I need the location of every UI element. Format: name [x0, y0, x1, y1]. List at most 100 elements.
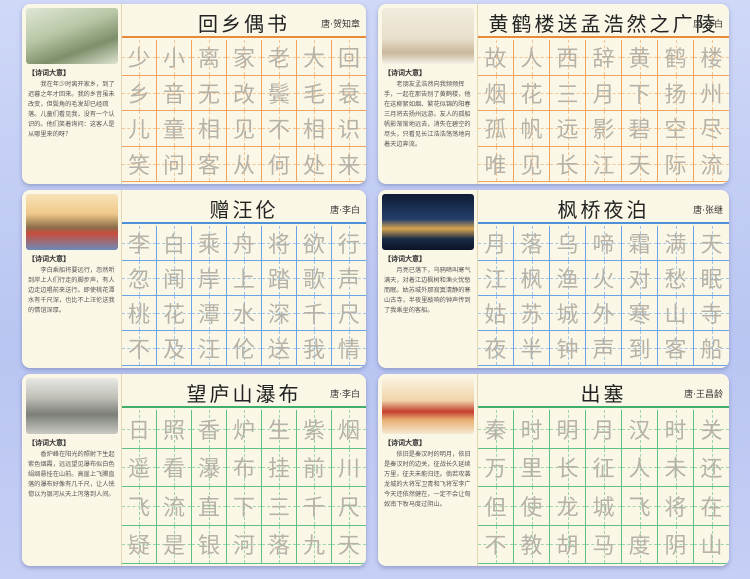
tracing-cell[interactable]: 枫 [514, 261, 550, 295]
tracing-cell[interactable]: 飞 [122, 487, 157, 525]
tracing-cell[interactable]: 送 [262, 331, 297, 365]
tracing-cell[interactable]: 碧 [622, 111, 658, 146]
tracing-cell[interactable]: 夜 [478, 331, 514, 365]
tracing-cell[interactable]: 阴 [658, 525, 694, 563]
tracing-cell[interactable]: 故 [478, 40, 514, 75]
tracing-cell[interactable]: 城 [586, 487, 622, 525]
tracing-cell[interactable]: 孤 [478, 111, 514, 146]
tracing-cell[interactable]: 老 [262, 40, 297, 75]
tracing-cell[interactable]: 西 [550, 40, 586, 75]
tracing-cell[interactable]: 从 [227, 146, 262, 181]
tracing-cell[interactable]: 欲 [297, 226, 332, 260]
tracing-cell[interactable]: 天 [694, 226, 729, 260]
tracing-cell[interactable]: 月 [586, 75, 622, 110]
tracing-cell[interactable]: 烟 [332, 410, 366, 448]
tracing-cell[interactable]: 马 [586, 525, 622, 563]
tracing-cell[interactable]: 天 [332, 525, 366, 564]
tracing-cell[interactable]: 渔 [550, 261, 586, 295]
tracing-cell[interactable]: 上 [227, 261, 262, 295]
tracing-cell[interactable]: 鬓 [262, 75, 297, 110]
tracing-cell[interactable]: 离 [192, 40, 227, 75]
tracing-cell[interactable]: 人 [622, 448, 658, 486]
tracing-cell[interactable]: 愁 [658, 261, 694, 295]
tracing-cell[interactable]: 回 [332, 40, 366, 75]
tracing-cell[interactable]: 改 [227, 75, 262, 110]
tracing-cell[interactable]: 舟 [227, 226, 262, 260]
tracing-cell[interactable]: 还 [694, 448, 729, 487]
tracing-cell[interactable]: 将 [262, 226, 297, 260]
tracing-cell[interactable]: 胡 [550, 525, 586, 563]
tracing-cell[interactable]: 挂 [262, 448, 297, 486]
tracing-cell[interactable]: 千 [297, 296, 332, 330]
tracing-cell[interactable]: 船 [694, 331, 729, 365]
tracing-cell[interactable]: 银 [192, 525, 227, 563]
tracing-cell[interactable]: 唯 [478, 146, 514, 181]
tracing-cell[interactable]: 及 [157, 331, 192, 365]
tracing-cell[interactable]: 何 [262, 146, 297, 181]
tracing-cell[interactable]: 辞 [586, 40, 622, 75]
tracing-cell[interactable]: 音 [157, 75, 192, 110]
tracing-cell[interactable]: 白 [157, 226, 192, 260]
tracing-cell[interactable]: 乌 [550, 226, 586, 260]
tracing-cell[interactable]: 疑 [122, 525, 157, 563]
tracing-cell[interactable]: 鹤 [658, 40, 694, 75]
tracing-cell[interactable]: 飞 [622, 487, 658, 525]
tracing-cell[interactable]: 香 [192, 410, 227, 448]
tracing-cell[interactable]: 月 [478, 226, 514, 260]
tracing-cell[interactable]: 岸 [192, 261, 227, 295]
tracing-cell[interactable]: 万 [478, 448, 514, 486]
tracing-cell[interactable]: 不 [122, 331, 157, 365]
tracing-cell[interactable]: 对 [622, 261, 658, 295]
tracing-cell[interactable]: 毛 [297, 75, 332, 110]
tracing-cell[interactable]: 啼 [586, 226, 622, 260]
tracing-cell[interactable]: 川 [332, 448, 366, 487]
tracing-cell[interactable]: 影 [586, 111, 622, 146]
tracing-cell[interactable]: 落 [262, 525, 297, 563]
tracing-cell[interactable]: 月 [586, 410, 622, 448]
tracing-cell[interactable]: 歌 [297, 261, 332, 295]
tracing-cell[interactable]: 满 [658, 226, 694, 260]
tracing-cell[interactable]: 处 [297, 146, 332, 181]
tracing-cell[interactable]: 明 [550, 410, 586, 448]
tracing-cell[interactable]: 下 [622, 75, 658, 110]
tracing-cell[interactable]: 河 [227, 525, 262, 563]
tracing-cell[interactable]: 汉 [622, 410, 658, 448]
tracing-cell[interactable]: 帆 [514, 111, 550, 146]
tracing-cell[interactable]: 楼 [694, 40, 729, 75]
tracing-cell[interactable]: 但 [478, 487, 514, 525]
tracing-cell[interactable]: 不 [478, 525, 514, 563]
tracing-cell[interactable]: 乘 [192, 226, 227, 260]
tracing-cell[interactable]: 客 [192, 146, 227, 181]
tracing-cell[interactable]: 我 [297, 331, 332, 365]
tracing-cell[interactable]: 姑 [478, 296, 514, 330]
tracing-cell[interactable]: 乡 [122, 75, 157, 110]
tracing-cell[interactable]: 际 [658, 146, 694, 181]
tracing-cell[interactable]: 桃 [122, 296, 157, 330]
tracing-cell[interactable]: 钟 [550, 331, 586, 365]
tracing-cell[interactable]: 江 [478, 261, 514, 295]
tracing-cell[interactable]: 问 [157, 146, 192, 181]
tracing-cell[interactable]: 远 [550, 111, 586, 146]
tracing-cell[interactable]: 花 [514, 75, 550, 110]
tracing-cell[interactable]: 关 [694, 410, 729, 448]
tracing-cell[interactable]: 伦 [227, 331, 262, 365]
tracing-cell[interactable]: 眠 [694, 261, 729, 295]
tracing-cell[interactable]: 少 [122, 40, 157, 75]
tracing-cell[interactable]: 山 [694, 525, 729, 564]
tracing-cell[interactable]: 征 [586, 448, 622, 486]
tracing-cell[interactable]: 人 [514, 40, 550, 75]
tracing-cell[interactable]: 下 [227, 487, 262, 525]
tracing-cell[interactable]: 大 [297, 40, 332, 75]
tracing-cell[interactable]: 将 [658, 487, 694, 525]
tracing-cell[interactable]: 时 [658, 410, 694, 448]
tracing-cell[interactable]: 照 [157, 410, 192, 448]
tracing-cell[interactable]: 识 [332, 111, 366, 146]
tracing-cell[interactable]: 烟 [478, 75, 514, 110]
tracing-cell[interactable]: 使 [514, 487, 550, 525]
tracing-cell[interactable]: 声 [586, 331, 622, 365]
tracing-cell[interactable]: 炉 [227, 410, 262, 448]
tracing-cell[interactable]: 半 [514, 331, 550, 365]
tracing-cell[interactable]: 不 [262, 111, 297, 146]
tracing-cell[interactable]: 花 [157, 296, 192, 330]
tracing-cell[interactable]: 李 [122, 226, 157, 260]
